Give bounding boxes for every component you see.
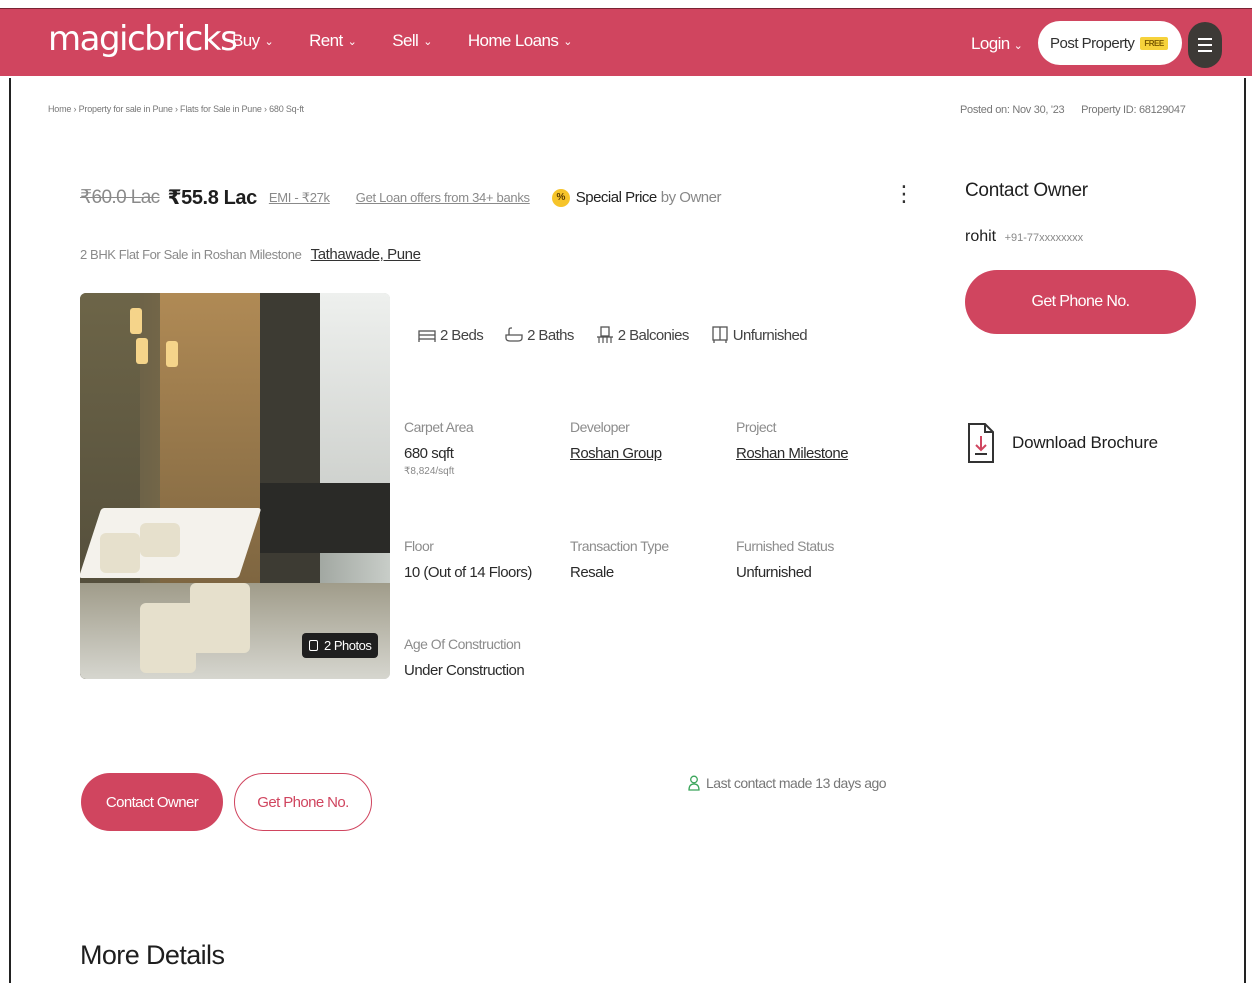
price-row: ₹60.0 Lac ₹55.8 Lac EMI - ₹27k Get Loan … [80, 185, 721, 210]
contact-owner-button[interactable]: Contact Owner [81, 773, 223, 831]
balconies-info: 2 Balconies [596, 326, 689, 344]
more-details-heading: More Details [80, 940, 225, 970]
photos-count-button[interactable]: 2 Photos [302, 633, 379, 658]
floor-value: 10 (Out of 14 Floors) [404, 564, 532, 581]
login-label: Login [971, 34, 1010, 53]
hamburger-menu-button[interactable] [1188, 22, 1222, 68]
developer-link[interactable]: Roshan Group [570, 445, 662, 462]
furnished-detail: Furnished Status Unfurnished [736, 538, 834, 581]
download-brochure-link[interactable]: Download Brochure [966, 422, 1158, 464]
baths-label: 2 Baths [527, 326, 574, 344]
bed-icon [418, 330, 436, 342]
transaction-value: Resale [570, 564, 614, 581]
developer-label: Developer [570, 419, 630, 435]
nav-rent[interactable]: Rent ⌄ [309, 31, 357, 51]
balconies-label: 2 Balconies [617, 326, 690, 344]
current-price: ₹55.8 Lac [167, 187, 258, 209]
download-brochure-label: Download Brochure [1012, 433, 1158, 452]
owner-info: rohit +91-77xxxxxxxx [965, 228, 1083, 246]
project-link[interactable]: Roshan Milestone [736, 445, 849, 462]
old-price: ₹60.0 Lac [80, 187, 160, 208]
carpet-area-label: Carpet Area [404, 419, 474, 435]
user-icon [688, 775, 700, 791]
furnished-value: Unfurnished [736, 564, 812, 581]
get-phone-button-sidebar[interactable]: Get Phone No. [965, 270, 1196, 334]
location-link[interactable]: Tathawade, Pune [311, 246, 421, 263]
floor-label: Floor [404, 538, 434, 554]
project-detail: Project Roshan Milestone [736, 419, 849, 462]
more-options-icon[interactable]: ⋮ [893, 183, 915, 205]
discount-icon: % [551, 188, 570, 207]
document-download-icon [968, 423, 994, 463]
transaction-label: Transaction Type [570, 538, 669, 554]
last-contact-text: Last contact made 13 days ago [706, 775, 887, 791]
developer-detail: Developer Roshan Group [570, 419, 662, 462]
top-navigation-bar: magicbricks Buy ⌄ Rent ⌄ Sell ⌄ Home Loans ⌄… [0, 8, 1252, 76]
nav-sell-label: Sell [392, 31, 419, 50]
magicbricks-logo[interactable]: magicbricks [48, 19, 238, 59]
owner-name: rohit [965, 228, 997, 245]
chevron-down-icon: ⌄ [423, 35, 432, 48]
special-price-by: by Owner [660, 189, 722, 206]
furnishing-label: Unfurnished [732, 326, 808, 344]
age-label: Age Of Construction [404, 636, 521, 652]
login-dropdown[interactable]: Login ⌄ [971, 34, 1023, 54]
photo-icon [309, 640, 318, 651]
posted-on: Posted on: Nov 30, '23 [960, 104, 1065, 116]
bath-icon [505, 327, 523, 342]
loan-offers-link[interactable]: Get Loan offers from 34+ banks [356, 190, 530, 205]
beds-label: 2 Beds [440, 326, 484, 344]
nav-rent-label: Rent [309, 31, 343, 50]
balcony-icon [596, 326, 613, 343]
nav-sell[interactable]: Sell ⌄ [392, 31, 432, 51]
nav-home-loans[interactable]: Home Loans ⌄ [467, 31, 573, 51]
amenities-row: 2 Beds 2 Baths 2 Balconies Unfurnished [418, 326, 829, 344]
age-detail: Age Of Construction Under Construction [404, 636, 525, 679]
baths-info: 2 Baths [505, 326, 574, 344]
contact-owner-title: Contact Owner [965, 180, 1088, 201]
price-per-sqft: ₹8,824/sqft [404, 466, 455, 477]
listing-meta: Posted on: Nov 30, '23 Property ID: 6812… [960, 104, 1186, 116]
hamburger-icon [1198, 36, 1212, 54]
page-border-left [9, 78, 11, 983]
listing-subtitle: 2 BHK Flat For Sale in Roshan Milestone … [80, 246, 421, 263]
age-value: Under Construction [404, 662, 525, 679]
special-price-tag: % Special Price by Owner [551, 188, 722, 207]
chevron-down-icon: ⌄ [264, 35, 274, 48]
free-badge: FREE [1140, 36, 1168, 50]
project-label: Project [736, 419, 777, 435]
post-property-label: Post Property [1050, 34, 1135, 52]
listing-type: 2 BHK Flat For Sale in Roshan Milestone [80, 247, 302, 262]
post-property-button[interactable]: Post Property FREE [1038, 21, 1182, 65]
beds-info: 2 Beds [418, 326, 484, 344]
emi-link[interactable]: EMI - ₹27k [269, 190, 330, 206]
special-price-label: Special Price [575, 189, 658, 206]
owner-phone-masked: +91-77xxxxxxxx [1004, 232, 1084, 244]
property-photo[interactable] [80, 293, 390, 679]
nav-buy-label: Buy [232, 31, 260, 50]
page-border-right [1244, 78, 1246, 983]
furnished-label: Furnished Status [736, 538, 834, 554]
carpet-area-value: 680 sqft [404, 445, 454, 462]
property-id: Property ID: 68129047 [1081, 104, 1186, 116]
get-phone-button[interactable]: Get Phone No. [234, 773, 372, 831]
breadcrumb[interactable]: Home › Property for sale in Pune › Flats… [48, 104, 304, 114]
chevron-down-icon: ⌄ [347, 35, 357, 48]
floor-detail: Floor 10 (Out of 14 Floors) [404, 538, 532, 581]
chevron-down-icon: ⌄ [563, 35, 572, 48]
chevron-down-icon: ⌄ [1013, 40, 1023, 52]
furnishing-icon [712, 326, 728, 343]
last-contact-info: Last contact made 13 days ago [688, 775, 887, 791]
photos-count-label: 2 Photos [324, 638, 372, 653]
nav-buy[interactable]: Buy ⌄ [232, 31, 274, 51]
transaction-detail: Transaction Type Resale [570, 538, 669, 581]
furnishing-info: Unfurnished [711, 326, 808, 344]
nav-home-loans-label: Home Loans [467, 31, 559, 50]
carpet-area-detail: Carpet Area 680 sqft ₹8,824/sqft [404, 419, 474, 477]
main-nav: Buy ⌄ Rent ⌄ Sell ⌄ Home Loans ⌄ [232, 31, 608, 51]
